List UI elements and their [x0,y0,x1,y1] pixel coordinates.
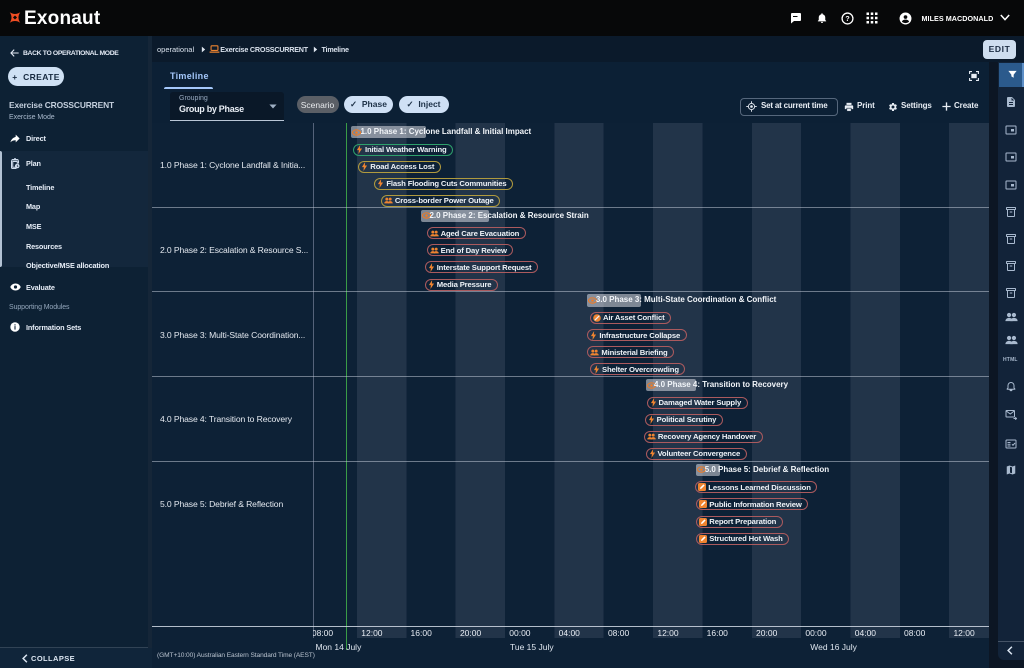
svg-text:?: ? [845,16,849,23]
